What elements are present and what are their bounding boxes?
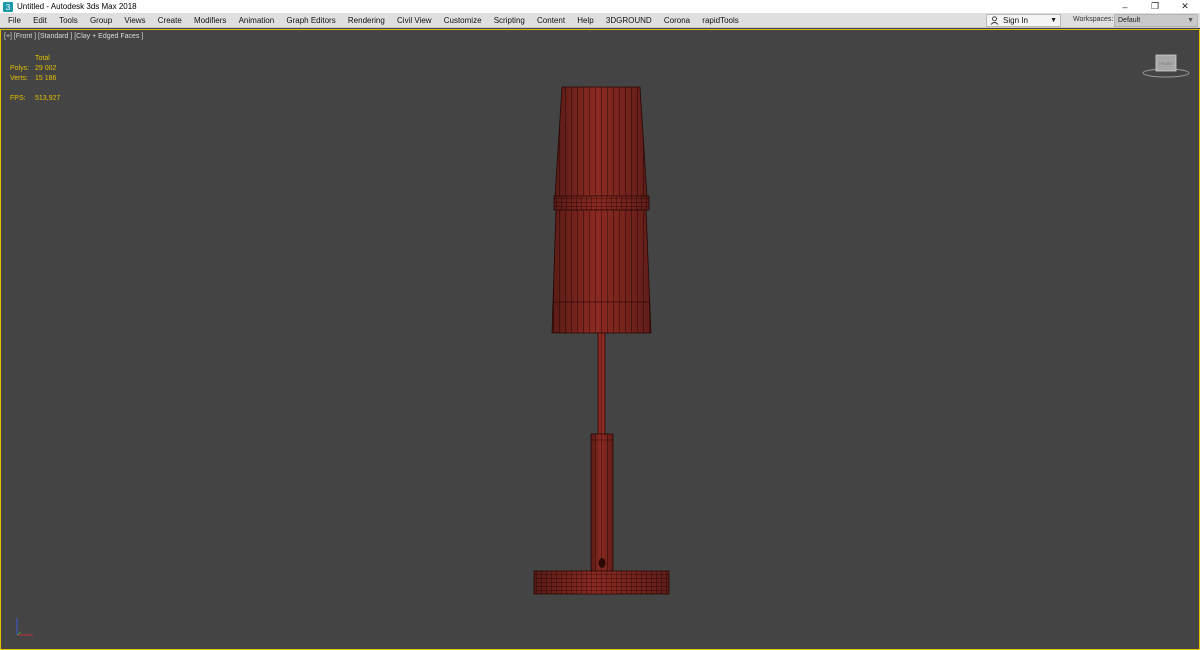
window-controls: – ❐ ✕ <box>1110 0 1200 13</box>
menu-item-3dground[interactable]: 3DGROUND <box>601 13 657 28</box>
lamp-shade-upper <box>554 86 648 198</box>
viewcube-face-label: FRONT <box>1159 61 1173 66</box>
menu-item-file[interactable]: File <box>3 13 26 28</box>
menu-item-tools[interactable]: Tools <box>54 13 83 28</box>
menu-item-content[interactable]: Content <box>532 13 570 28</box>
chevron-down-icon: ▼ <box>1050 17 1057 24</box>
menu-item-group[interactable]: Group <box>85 13 117 28</box>
user-icon <box>990 16 999 25</box>
menu-item-edit[interactable]: Edit <box>28 13 52 28</box>
menu-bar: File Edit Tools Group Views Create Modifiers An… <box>0 13 1200 28</box>
viewcube-icon[interactable]: FRONT <box>1141 52 1191 82</box>
workspaces-value: Default <box>1118 17 1141 24</box>
close-button[interactable]: ✕ <box>1170 0 1200 13</box>
menu-item-rapidtools[interactable]: rapidTools <box>697 13 743 28</box>
sign-in-dropdown[interactable]: Sign In ▼ <box>986 14 1061 27</box>
lamp-rod <box>597 332 606 435</box>
window-title: Untitled - Autodesk 3ds Max 2018 <box>17 2 137 11</box>
axis-gizmo-icon <box>16 618 33 636</box>
svg-text:3: 3 <box>6 3 11 12</box>
menu-item-modifiers[interactable]: Modifiers <box>189 13 231 28</box>
lamp-shade-lower <box>551 209 652 334</box>
menu-item-rendering[interactable]: Rendering <box>343 13 390 28</box>
menu-item-corona[interactable]: Corona <box>659 13 695 28</box>
lamp-base <box>533 570 670 595</box>
minimize-button[interactable]: – <box>1110 0 1140 13</box>
menu-item-graph-editors[interactable]: Graph Editors <box>281 13 340 28</box>
menu-item-help[interactable]: Help <box>572 13 598 28</box>
workspaces-label: Workspaces: <box>1073 16 1114 23</box>
menu-item-customize[interactable]: Customize <box>439 13 487 28</box>
chevron-down-icon: ▼ <box>1187 17 1194 24</box>
front-viewport[interactable]: [+] [Front ] [Standard ] [Clay + Edged F… <box>0 29 1200 650</box>
title-bar: 3 Untitled - Autodesk 3ds Max 2018 – ❐ ✕ <box>0 0 1200 13</box>
menu-item-views[interactable]: Views <box>119 13 150 28</box>
menu-item-civil-view[interactable]: Civil View <box>392 13 437 28</box>
menu-item-animation[interactable]: Animation <box>234 13 280 28</box>
sign-in-label: Sign In <box>1003 16 1028 25</box>
lamp-model[interactable] <box>1 30 1199 649</box>
restore-button[interactable]: ❐ <box>1140 0 1170 13</box>
menu-item-create[interactable]: Create <box>153 13 187 28</box>
menu-items: File Edit Tools Group Views Create Modifiers An… <box>0 13 746 28</box>
menu-item-scripting[interactable]: Scripting <box>489 13 530 28</box>
lamp-shade-ring <box>553 195 650 211</box>
workspaces-select[interactable]: Default ▼ <box>1114 14 1198 27</box>
lamp-stem <box>590 433 614 573</box>
app-icon: 3 <box>3 1 13 12</box>
